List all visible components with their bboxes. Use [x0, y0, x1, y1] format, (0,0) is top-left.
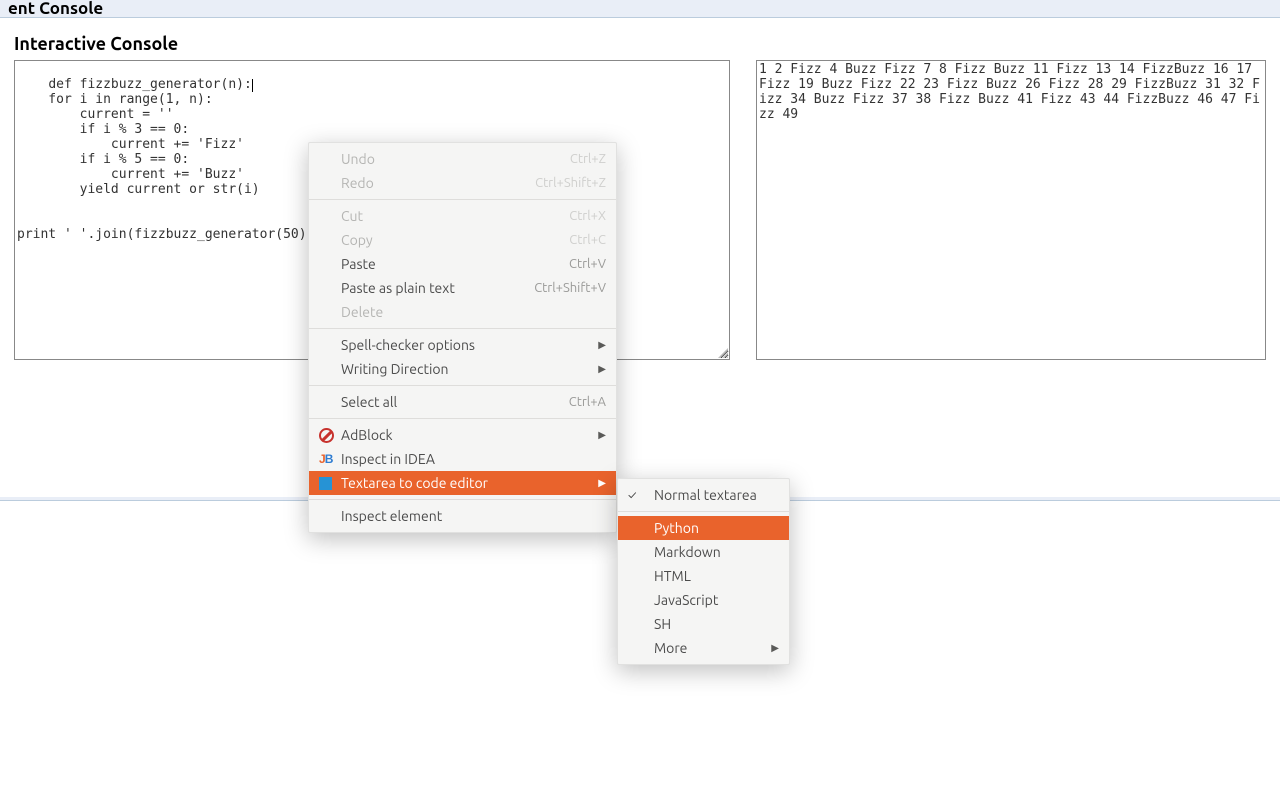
submenu-label-sh: SH	[650, 616, 779, 632]
panel-row: def fizzbuzz_generator(n): for i in rang…	[0, 60, 1280, 360]
menu-shortcut-redo: Ctrl+Shift+Z	[535, 176, 606, 190]
square-icon	[319, 477, 341, 490]
chevron-right-icon: ▶	[767, 642, 779, 654]
menu-label-inspect-idea: Inspect in IDEA	[341, 451, 606, 467]
context-menu: Undo Ctrl+Z Redo Ctrl+Shift+Z Cut Ctrl+X…	[308, 142, 617, 533]
menu-item-redo[interactable]: Redo Ctrl+Shift+Z	[309, 171, 616, 195]
submenu-label-javascript: JavaScript	[650, 592, 779, 608]
menu-item-delete[interactable]: Delete	[309, 300, 616, 324]
menu-label-writing: Writing Direction	[341, 361, 594, 377]
submenu-item-javascript[interactable]: JavaScript	[618, 588, 789, 612]
menu-item-paste[interactable]: Paste Ctrl+V	[309, 252, 616, 276]
menu-shortcut-copy: Ctrl+C	[569, 233, 606, 247]
menu-separator	[309, 418, 616, 419]
menu-separator	[309, 328, 616, 329]
menu-label-paste: Paste	[341, 256, 569, 272]
chevron-right-icon: ▶	[594, 477, 606, 489]
menu-shortcut-paste: Ctrl+V	[569, 257, 606, 271]
submenu-label-markdown: Markdown	[650, 544, 779, 560]
chevron-right-icon: ▶	[594, 429, 606, 441]
menu-item-spell-checker[interactable]: Spell-checker options ▶	[309, 333, 616, 357]
menu-label-textarea-editor: Textarea to code editor	[341, 475, 594, 491]
menu-separator	[309, 499, 616, 500]
adblock-icon	[319, 428, 341, 443]
menu-shortcut-paste-plain: Ctrl+Shift+V	[534, 281, 606, 295]
menu-label-redo: Redo	[341, 175, 535, 191]
output-panel: 1 2 Fizz 4 Buzz Fizz 7 8 Fizz Buzz 11 Fi…	[756, 60, 1266, 360]
menu-label-undo: Undo	[341, 151, 570, 167]
submenu-label-python: Python	[650, 520, 779, 536]
menu-item-inspect-idea[interactable]: JB Inspect in IDEA	[309, 447, 616, 471]
submenu-item-python[interactable]: Python	[618, 516, 789, 540]
chevron-right-icon: ▶	[594, 339, 606, 351]
menu-item-undo[interactable]: Undo Ctrl+Z	[309, 147, 616, 171]
menu-item-adblock[interactable]: AdBlock ▶	[309, 423, 616, 447]
submenu-item-more[interactable]: More ▶	[618, 636, 789, 660]
menu-shortcut-select-all: Ctrl+A	[569, 395, 606, 409]
menu-item-writing-direction[interactable]: Writing Direction ▶	[309, 357, 616, 381]
menu-label-cut: Cut	[341, 208, 569, 224]
code-line-1: def fizzbuzz_generator(n):	[48, 77, 252, 92]
submenu-label-more: More	[650, 640, 767, 656]
menu-item-select-all[interactable]: Select all Ctrl+A	[309, 390, 616, 414]
menu-label-delete: Delete	[341, 304, 606, 320]
menu-label-inspect-element: Inspect element	[341, 508, 606, 524]
submenu-item-html[interactable]: HTML	[618, 564, 789, 588]
submenu-label-normal: Normal textarea	[650, 487, 779, 503]
menu-item-paste-plain[interactable]: Paste as plain text Ctrl+Shift+V	[309, 276, 616, 300]
menu-shortcut-cut: Ctrl+X	[569, 209, 606, 223]
chevron-right-icon: ▶	[594, 363, 606, 375]
menu-shortcut-undo: Ctrl+Z	[570, 152, 606, 166]
menu-separator	[309, 385, 616, 386]
page-title: Interactive Console	[14, 34, 1280, 54]
menu-label-spell: Spell-checker options	[341, 337, 594, 353]
submenu-textarea-editor: ✓ Normal textarea Python Markdown HTML J…	[617, 478, 790, 665]
menu-item-textarea-to-code-editor[interactable]: Textarea to code editor ▶	[309, 471, 616, 495]
menu-separator	[309, 199, 616, 200]
menu-separator	[618, 511, 789, 512]
menu-label-paste-plain: Paste as plain text	[341, 280, 534, 296]
app-title-bar: ent Console	[0, 0, 1280, 18]
submenu-item-sh[interactable]: SH	[618, 612, 789, 636]
menu-item-cut[interactable]: Cut Ctrl+X	[309, 204, 616, 228]
menu-label-copy: Copy	[341, 232, 569, 248]
code-body: for i in range(1, n): current = '' if i …	[17, 92, 314, 242]
app-title: ent Console	[8, 0, 103, 18]
menu-item-copy[interactable]: Copy Ctrl+C	[309, 228, 616, 252]
text-caret	[252, 79, 253, 92]
submenu-item-markdown[interactable]: Markdown	[618, 540, 789, 564]
menu-label-adblock: AdBlock	[341, 427, 594, 443]
submenu-label-html: HTML	[650, 568, 779, 584]
jetbrains-icon: JB	[319, 452, 341, 466]
menu-item-inspect-element[interactable]: Inspect element	[309, 504, 616, 528]
check-icon: ✓	[628, 489, 650, 502]
submenu-item-normal-textarea[interactable]: ✓ Normal textarea	[618, 483, 789, 507]
menu-label-select-all: Select all	[341, 394, 569, 410]
resize-handle-icon[interactable]	[716, 346, 728, 358]
